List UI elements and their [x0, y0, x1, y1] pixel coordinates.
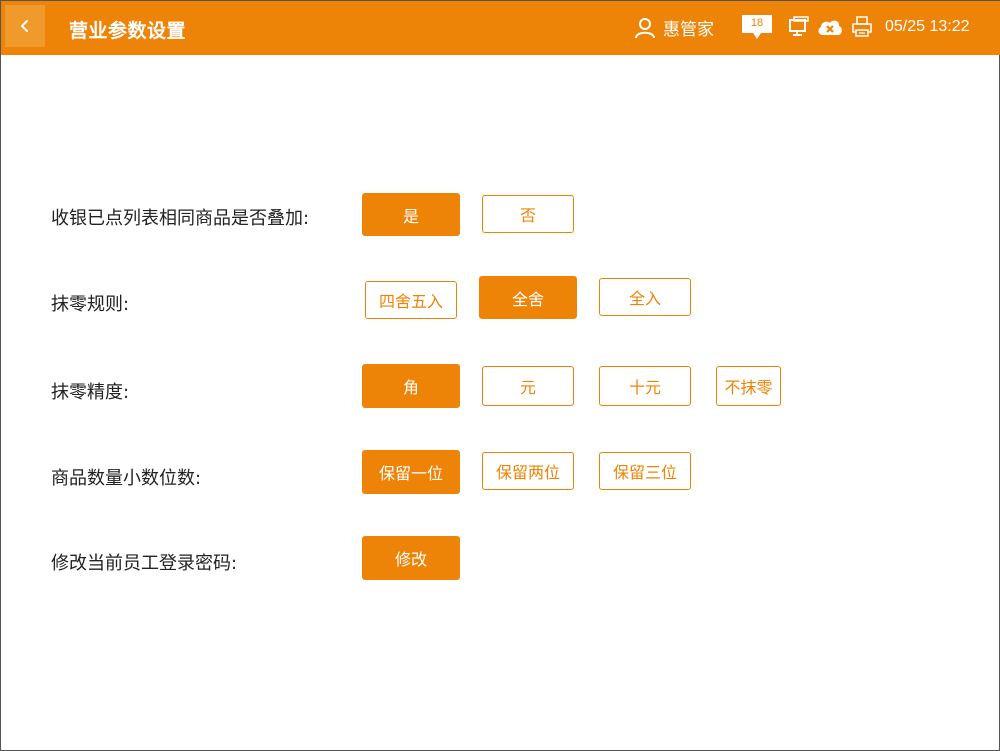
setting-label-rounding-precision: 抹零精度:	[51, 382, 130, 403]
page-title: 营业参数设置	[69, 20, 187, 42]
monitor-status[interactable]	[788, 16, 810, 38]
option-precision-ten-yuan[interactable]: 十元	[599, 366, 691, 406]
option-rounding-half-up[interactable]: 四舍五入	[365, 281, 457, 319]
message-count: 18	[750, 17, 764, 29]
printer-icon	[852, 16, 872, 37]
option-precision-yuan[interactable]: 元	[482, 366, 574, 406]
message-badge[interactable]: 18	[741, 14, 773, 40]
option-precision-none[interactable]: 不抹零	[716, 366, 781, 406]
option-rounding-floor[interactable]: 全舍	[479, 276, 577, 319]
option-decimal-two[interactable]: 保留两位	[482, 452, 574, 490]
user-account[interactable]: 惠管家	[633, 15, 714, 40]
option-decimal-one[interactable]: 保留一位	[362, 450, 460, 494]
chevron-left-icon	[21, 20, 28, 32]
option-precision-jiao[interactable]: 角	[362, 364, 460, 408]
printer-status[interactable]	[851, 16, 873, 38]
setting-label-rounding-rule: 抹零规则:	[51, 294, 130, 315]
setting-label-merge-items: 收银已点列表相同商品是否叠加:	[51, 208, 310, 229]
monitor-icon	[789, 16, 809, 36]
option-rounding-ceil[interactable]: 全入	[599, 278, 691, 316]
setting-label-change-password: 修改当前员工登录密码:	[51, 553, 238, 574]
cloud-offline-icon	[818, 20, 842, 35]
top-bar: 营业参数设置 惠管家 18 05/25 13:22	[1, 1, 1000, 55]
option-merge-no[interactable]: 否	[482, 195, 574, 233]
option-decimal-three[interactable]: 保留三位	[599, 452, 691, 490]
setting-label-decimal-places: 商品数量小数位数:	[51, 468, 202, 489]
back-button[interactable]	[5, 5, 45, 47]
cloud-status[interactable]	[816, 16, 844, 38]
clock: 05/25 13:22	[885, 18, 970, 35]
app-window: 营业参数设置 惠管家 18 05/25 13:22 收银已点列表相同商品是否叠加…	[0, 0, 1000, 751]
user-icon	[635, 17, 655, 38]
option-merge-yes[interactable]: 是	[362, 193, 460, 236]
user-name: 惠管家	[663, 20, 714, 40]
change-password-button[interactable]: 修改	[362, 536, 460, 580]
